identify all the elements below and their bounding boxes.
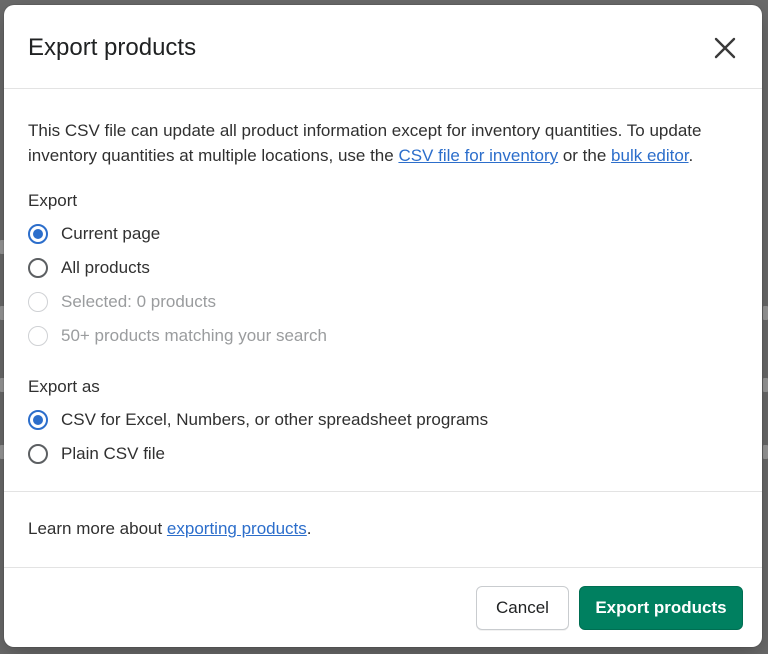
radio-label: Plain CSV file	[61, 444, 165, 463]
intro-text-part: or the	[558, 146, 612, 165]
radio-csv-excel[interactable]: CSV for Excel, Numbers, or other spreads…	[28, 407, 488, 433]
radio-all-products[interactable]: All products	[28, 255, 150, 281]
modal-header: Export products	[4, 5, 762, 89]
cancel-button[interactable]: Cancel	[476, 586, 569, 630]
intro-text: This CSV file can update all product inf…	[28, 118, 728, 168]
radio-label: 50+ products matching your search	[61, 326, 328, 345]
radio-unchecked-icon	[28, 258, 48, 278]
export-section-label: Export	[28, 191, 78, 210]
intro-text-part: .	[688, 146, 694, 165]
radio-plain-csv[interactable]: Plain CSV file	[28, 441, 165, 467]
radio-checked-icon	[28, 410, 48, 430]
modal-body: This CSV file can update all product inf…	[4, 89, 762, 492]
bulk-editor-link[interactable]: bulk editor	[611, 146, 689, 165]
learn-more-suffix: .	[306, 519, 312, 538]
radio-unchecked-icon	[28, 444, 48, 464]
background-fragment	[763, 445, 768, 459]
export-products-button[interactable]: Export products	[579, 586, 743, 630]
radio-disabled-icon	[28, 292, 48, 312]
radio-matching-search: 50+ products matching your search	[28, 323, 327, 349]
modal-title: Export products	[28, 34, 197, 61]
exporting-products-link[interactable]: exporting products	[167, 519, 307, 538]
radio-label: All products	[61, 258, 150, 277]
learn-more-section: Learn more about exporting products.	[4, 492, 762, 568]
close-button[interactable]	[708, 31, 742, 65]
background-fragment	[763, 306, 768, 320]
learn-more-prefix: Learn more about	[28, 519, 167, 538]
modal-footer: Cancel Export products	[4, 568, 762, 647]
radio-selected-products: Selected: 0 products	[28, 289, 216, 315]
background-fragment	[763, 378, 768, 392]
radio-label: Selected: 0 products	[61, 292, 216, 311]
export-products-modal: Export products This CSV file can update…	[4, 5, 762, 647]
export-as-section-label: Export as	[28, 377, 100, 396]
radio-label: CSV for Excel, Numbers, or other spreads…	[61, 410, 489, 429]
csv-inventory-link[interactable]: CSV file for inventory	[398, 146, 558, 165]
learn-more-text: Learn more about exporting products.	[28, 519, 312, 539]
radio-label: Current page	[61, 224, 161, 243]
radio-current-page[interactable]: Current page	[28, 221, 160, 247]
radio-checked-icon	[28, 224, 48, 244]
radio-disabled-icon	[28, 326, 48, 346]
close-icon	[714, 37, 736, 59]
